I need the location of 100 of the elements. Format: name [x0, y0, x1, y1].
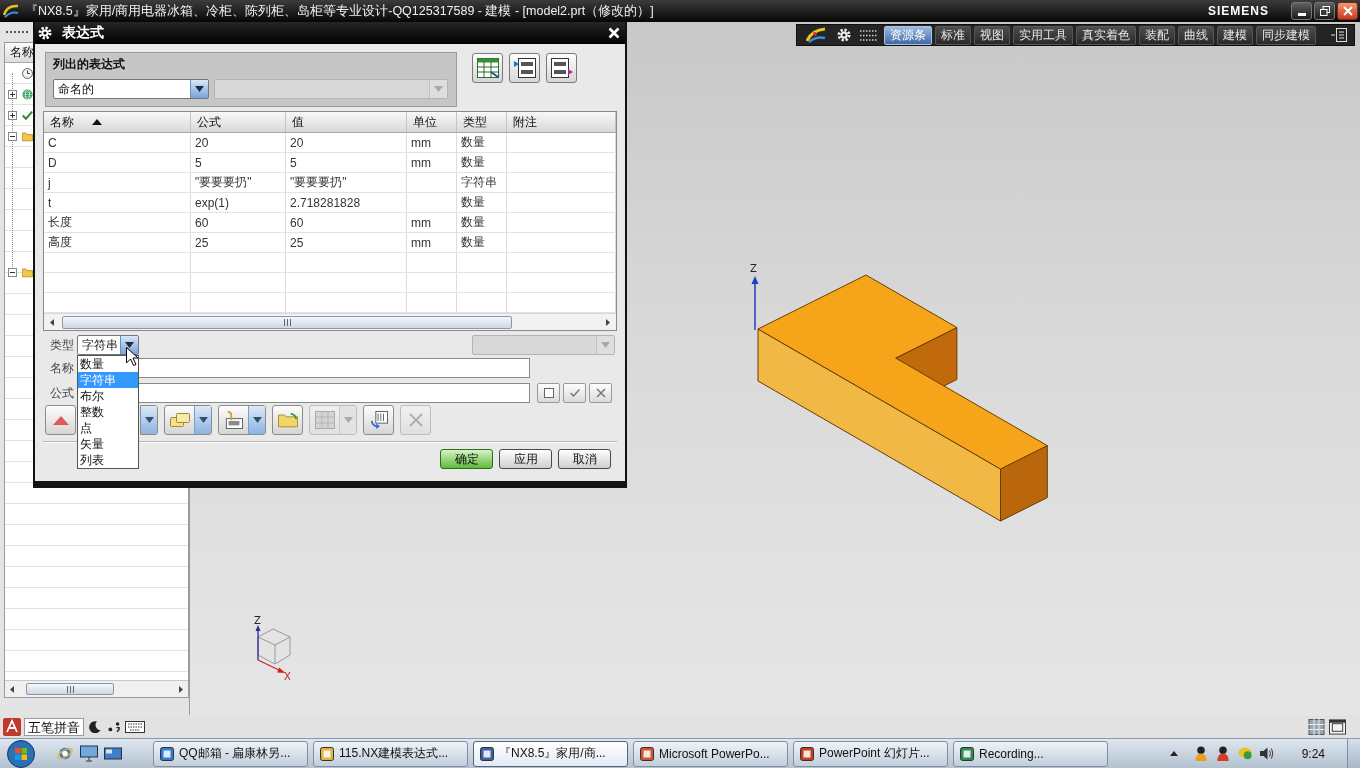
expand-toggle-icon[interactable] [8, 132, 17, 141]
tool-button[interactable] [164, 405, 212, 435]
table-cell: 20 [195, 135, 209, 150]
tool-button[interactable] [272, 405, 303, 435]
column-header[interactable]: 名称 [44, 112, 191, 132]
scroll-left-icon[interactable] [50, 318, 54, 326]
type-dropdown[interactable]: 字符串 [77, 335, 139, 355]
filter-dropdown[interactable]: 命名的 [53, 79, 209, 99]
taskbar-button[interactable]: Recording... [953, 740, 1108, 767]
brand-name: SIEMENS [1208, 4, 1269, 18]
toolbar-tab[interactable]: 标准 [935, 25, 971, 45]
dropdown-arrow-icon [144, 417, 154, 423]
axis-label: X [284, 671, 291, 682]
toolbar-tab[interactable]: 视图 [974, 25, 1010, 45]
window-icon[interactable] [1329, 718, 1346, 735]
folder-icon [22, 267, 33, 278]
table-cell: 25 [195, 235, 209, 250]
scrollbar-thumb[interactable] [26, 683, 114, 695]
table-cell: 60 [195, 215, 209, 230]
toolbar-tab[interactable]: 曲线 [1178, 25, 1214, 45]
sort-arrow-icon [92, 119, 102, 125]
planet-icon[interactable] [56, 745, 74, 762]
speaker-icon[interactable] [1259, 746, 1274, 761]
column-header[interactable]: 单位 [407, 112, 457, 132]
punctuation-icon[interactable] [108, 720, 120, 733]
column-header[interactable]: 值 [286, 112, 407, 132]
export-button[interactable] [546, 53, 577, 83]
dialog-button[interactable]: 确定 [440, 449, 493, 469]
app-icon [320, 746, 334, 761]
table-cell: 数量 [461, 134, 485, 151]
table-cell: C [48, 135, 57, 150]
person-icon[interactable] [1193, 746, 1208, 761]
expand-toggle-icon[interactable] [8, 268, 17, 277]
dropdown-option[interactable]: 点 [78, 420, 138, 436]
toolbar-tab[interactable]: 同步建模 [1256, 25, 1316, 45]
ime-logo-icon[interactable] [3, 717, 21, 736]
spreadsheet-icon [476, 58, 499, 78]
axis-label: Z [750, 263, 757, 274]
function-button[interactable] [537, 383, 560, 403]
table-cell: 5 [290, 155, 297, 170]
column-header[interactable]: 附注 [507, 112, 616, 132]
import-button[interactable] [509, 53, 540, 83]
toolbar-tab[interactable]: 实用工具 [1013, 25, 1073, 45]
taskbar-button[interactable]: QQ邮箱 - 扁康林另... [153, 740, 308, 767]
table-cell: 25 [290, 235, 304, 250]
expand-toggle-icon[interactable] [8, 90, 17, 99]
menu-icon[interactable] [1331, 28, 1347, 42]
moon-icon[interactable] [89, 720, 101, 733]
folder-icon [277, 411, 298, 429]
close-button[interactable] [1337, 2, 1358, 20]
reject-button[interactable] [589, 383, 612, 403]
minimize-button[interactable] [1291, 2, 1312, 20]
input-mode-label[interactable]: 五笔拼音 [24, 717, 84, 736]
settings-icon[interactable] [837, 28, 851, 42]
table-cell: "要要要扔" [195, 174, 252, 191]
person-icon[interactable] [1215, 746, 1230, 761]
table-cell: D [48, 155, 57, 170]
grid-icon[interactable] [1308, 718, 1325, 735]
tool-button[interactable] [45, 405, 76, 435]
column-header[interactable]: 类型 [457, 112, 507, 132]
taskbar-button[interactable]: 『NX8.5』家用/商... [473, 740, 628, 767]
dialog-button[interactable]: 应用 [499, 449, 552, 469]
up-arrow-icon[interactable] [1169, 751, 1178, 756]
taskbar-button[interactable]: PowerPoint 幻灯片... [793, 740, 948, 767]
start-button[interactable] [4, 739, 38, 768]
dialog-title: 表达式 [62, 24, 104, 42]
restore-button[interactable] [1314, 2, 1335, 20]
column-header[interactable]: 公式 [191, 112, 286, 132]
dropdown-option[interactable]: 列表 [78, 452, 138, 468]
dropdown-option[interactable]: 整数 [78, 404, 138, 420]
tool-button[interactable] [363, 405, 394, 435]
tag-icon [169, 411, 190, 429]
dropdown-option[interactable]: 矢量 [78, 436, 138, 452]
monitor-icon[interactable] [80, 745, 98, 762]
spreadsheet-button[interactable] [472, 53, 503, 83]
group-label: 列出的表达式 [53, 56, 126, 72]
scroll-right-icon[interactable] [179, 685, 183, 693]
swoosh-logo-icon[interactable] [806, 27, 826, 43]
dropdown-option[interactable]: 布尔 [78, 388, 138, 404]
expand-toggle-icon[interactable] [8, 111, 17, 120]
scroll-right-icon[interactable] [606, 318, 610, 326]
status-bubble-icon[interactable] [1237, 746, 1252, 761]
toolbar-tab[interactable]: 装配 [1139, 25, 1175, 45]
taskbar-button[interactable]: Microsoft PowerPo... [633, 740, 788, 767]
tool-button[interactable] [140, 405, 158, 435]
table-cell: j [48, 175, 51, 190]
keyboard-icon[interactable] [125, 720, 145, 733]
close-icon[interactable] [608, 27, 620, 39]
scrollbar-thumb[interactable] [62, 315, 512, 329]
accept-button[interactable] [563, 383, 586, 403]
scroll-left-icon[interactable] [10, 685, 14, 693]
toolbar-tab[interactable]: 真实着色 [1076, 25, 1136, 45]
taskbar-button[interactable]: 115.NX建模表达式... [313, 740, 468, 767]
horizontal-scrollbar[interactable] [5, 680, 188, 697]
tool-button[interactable] [218, 405, 266, 435]
dialog-button[interactable]: 取消 [558, 449, 611, 469]
toolbar-tab[interactable]: 建模 [1217, 25, 1253, 45]
desktop-icon[interactable] [104, 745, 122, 762]
clock-time[interactable]: 9:24 [1301, 746, 1325, 761]
horizontal-scrollbar[interactable] [44, 313, 616, 330]
